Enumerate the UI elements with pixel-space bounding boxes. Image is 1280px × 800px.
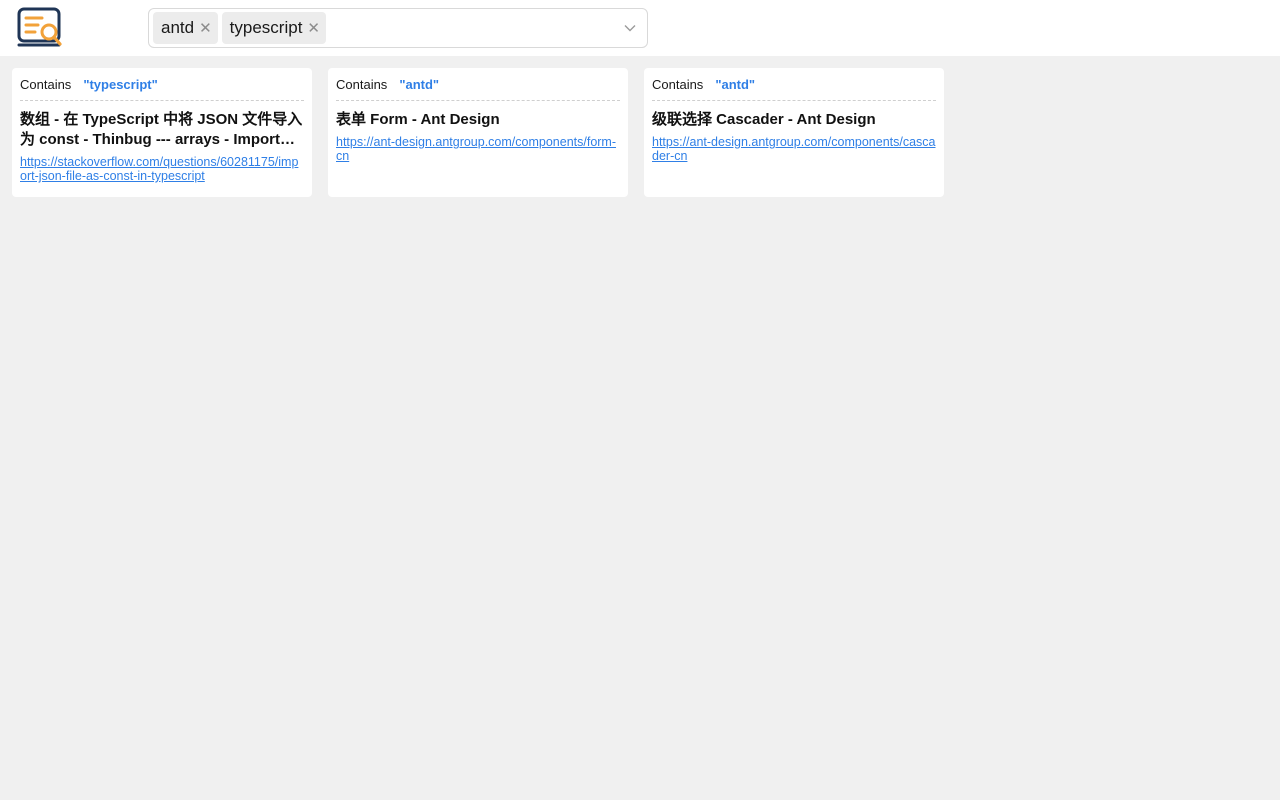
matched-keyword: "antd" xyxy=(715,76,756,92)
chevron-down-icon[interactable] xyxy=(623,21,637,35)
result-card-header: Contains "antd" xyxy=(652,68,936,101)
result-url-link[interactable]: https://ant-design.antgroup.com/componen… xyxy=(652,135,936,163)
matched-keyword: "antd" xyxy=(399,76,440,92)
matched-keyword: "typescript" xyxy=(83,76,158,92)
contains-label: Contains xyxy=(336,76,388,92)
result-card-header: Contains "typescript" xyxy=(20,68,304,101)
contains-label: Contains xyxy=(652,76,704,92)
search-tag: antd ✕ xyxy=(153,12,218,44)
close-icon[interactable]: ✕ xyxy=(307,21,320,36)
top-bar: antd ✕ typescript ✕ xyxy=(0,0,1280,56)
result-card-header: Contains "antd" xyxy=(336,68,620,101)
result-card: Contains "antd" 级联选择 Cascader - Ant Desi… xyxy=(644,68,944,197)
result-title: 级联选择 Cascader - Ant Design xyxy=(652,111,876,128)
result-title: 表单 Form - Ant Design xyxy=(336,111,500,128)
app-logo-icon xyxy=(17,7,63,49)
tag-search-select[interactable]: antd ✕ typescript ✕ xyxy=(148,8,648,48)
result-url-link[interactable]: https://stackoverflow.com/questions/6028… xyxy=(20,155,304,183)
result-card: Contains "antd" 表单 Form - Ant Design htt… xyxy=(328,68,628,197)
search-tag-label: antd xyxy=(161,18,195,37)
search-tag: typescript ✕ xyxy=(221,12,326,44)
close-icon[interactable]: ✕ xyxy=(199,21,212,36)
contains-label: Contains xyxy=(20,76,72,92)
result-title: 数组 - 在 TypeScript 中将 JSON 文件导入为 const - … xyxy=(20,111,303,148)
result-card: Contains "typescript" 数组 - 在 TypeScript … xyxy=(12,68,312,197)
result-url-link[interactable]: https://ant-design.antgroup.com/componen… xyxy=(336,135,620,163)
search-tag-label: typescript xyxy=(229,18,303,37)
results-list: Contains "typescript" 数组 - 在 TypeScript … xyxy=(12,68,944,197)
